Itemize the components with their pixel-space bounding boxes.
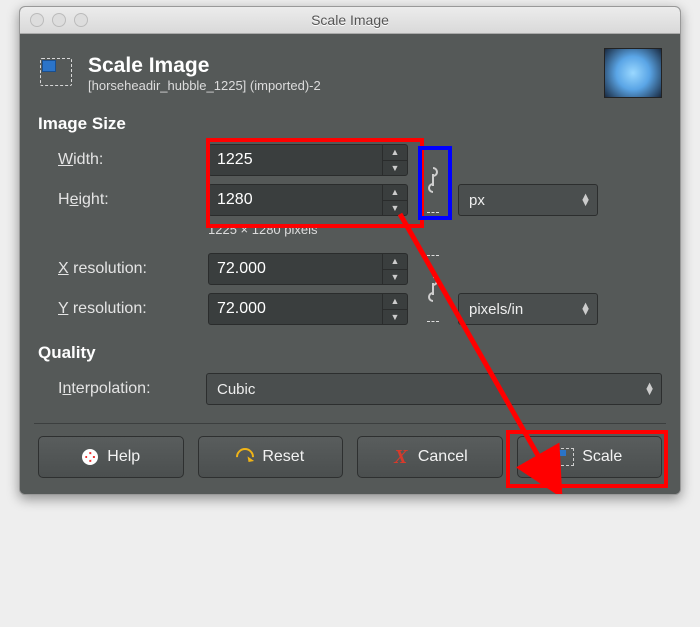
height-label: Height:	[58, 191, 208, 209]
size-link-column	[408, 144, 458, 216]
help-button[interactable]: Help	[38, 436, 184, 478]
yres-spinner[interactable]: ▲▼	[382, 294, 407, 324]
height-field[interactable]	[209, 185, 382, 215]
help-button-label: Help	[107, 448, 140, 466]
res-unit-select[interactable]: pixels/in ▲▼	[458, 293, 598, 325]
interpolation-row: Interpolation: Cubic ▲▼	[58, 373, 662, 405]
chevron-updown-icon: ▲▼	[580, 194, 591, 206]
size-grid: Width: ▲▼ Height: ▲▼ px ▲▼ 1225 × 128	[58, 144, 662, 243]
yres-label: Y resolution:	[58, 300, 208, 318]
res-link-column	[408, 253, 458, 325]
titlebar: Scale Image	[20, 7, 680, 34]
pixel-dimensions-text: 1225 × 1280 pixels	[208, 222, 408, 237]
resolution-grid: X resolution: ▲▼ Y resolution: ▲▼ pixels…	[58, 253, 662, 325]
height-input[interactable]: ▲▼	[208, 184, 408, 216]
chain-icon	[425, 275, 441, 303]
scale-button-label: Scale	[582, 448, 622, 466]
cancel-button[interactable]: X Cancel	[357, 436, 503, 478]
scale-icon	[556, 448, 574, 466]
reset-button[interactable]: Reset	[198, 436, 344, 478]
dialog-subtitle: [horseheadir_hubble_1225] (imported)-2	[88, 78, 592, 93]
app-logo	[604, 48, 662, 98]
size-unit-select[interactable]: px ▲▼	[458, 184, 598, 216]
yres-field[interactable]	[209, 294, 382, 324]
width-input[interactable]: ▲▼	[208, 144, 408, 176]
interpolation-value: Cubic	[217, 381, 255, 398]
chevron-updown-icon: ▲▼	[644, 383, 655, 395]
scale-image-dialog: Scale Image Scale Image [horseheadir_hub…	[19, 6, 681, 495]
quality-section: Quality Interpolation: Cubic ▲▼	[38, 343, 662, 405]
chain-icon	[425, 166, 441, 194]
separator	[34, 423, 666, 424]
quality-heading: Quality	[38, 343, 662, 363]
reset-button-label: Reset	[262, 448, 304, 466]
xres-input[interactable]: ▲▼	[208, 253, 408, 285]
reset-icon	[236, 448, 254, 466]
width-label: Width:	[58, 151, 208, 169]
help-icon	[81, 448, 99, 466]
res-unit-value: pixels/in	[469, 301, 523, 318]
interpolation-label: Interpolation:	[58, 380, 188, 398]
xres-spinner[interactable]: ▲▼	[382, 254, 407, 284]
width-field[interactable]	[209, 145, 382, 175]
cancel-button-label: Cancel	[418, 448, 468, 466]
xres-label: X resolution:	[58, 260, 208, 278]
height-spinner[interactable]: ▲▼	[382, 185, 407, 215]
cancel-icon: X	[392, 448, 410, 466]
image-size-heading: Image Size	[38, 114, 662, 134]
scale-button[interactable]: Scale	[517, 436, 663, 478]
chevron-updown-icon: ▲▼	[580, 303, 591, 315]
width-spinner[interactable]: ▲▼	[382, 145, 407, 175]
size-unit-value: px	[469, 192, 485, 209]
button-row: Help Reset X Cancel Scale	[38, 436, 662, 478]
size-link-toggle[interactable]	[425, 150, 441, 210]
dialog-header: Scale Image [horseheadir_hubble_1225] (i…	[38, 48, 662, 98]
scale-image-icon	[38, 56, 76, 90]
dialog-title: Scale Image	[88, 54, 592, 78]
dialog-body: Scale Image [horseheadir_hubble_1225] (i…	[20, 34, 680, 494]
res-link-toggle[interactable]	[425, 259, 441, 319]
yres-input[interactable]: ▲▼	[208, 293, 408, 325]
xres-field[interactable]	[209, 254, 382, 284]
titlebar-title: Scale Image	[20, 12, 680, 28]
header-text: Scale Image [horseheadir_hubble_1225] (i…	[88, 54, 592, 93]
interpolation-select[interactable]: Cubic ▲▼	[206, 373, 662, 405]
